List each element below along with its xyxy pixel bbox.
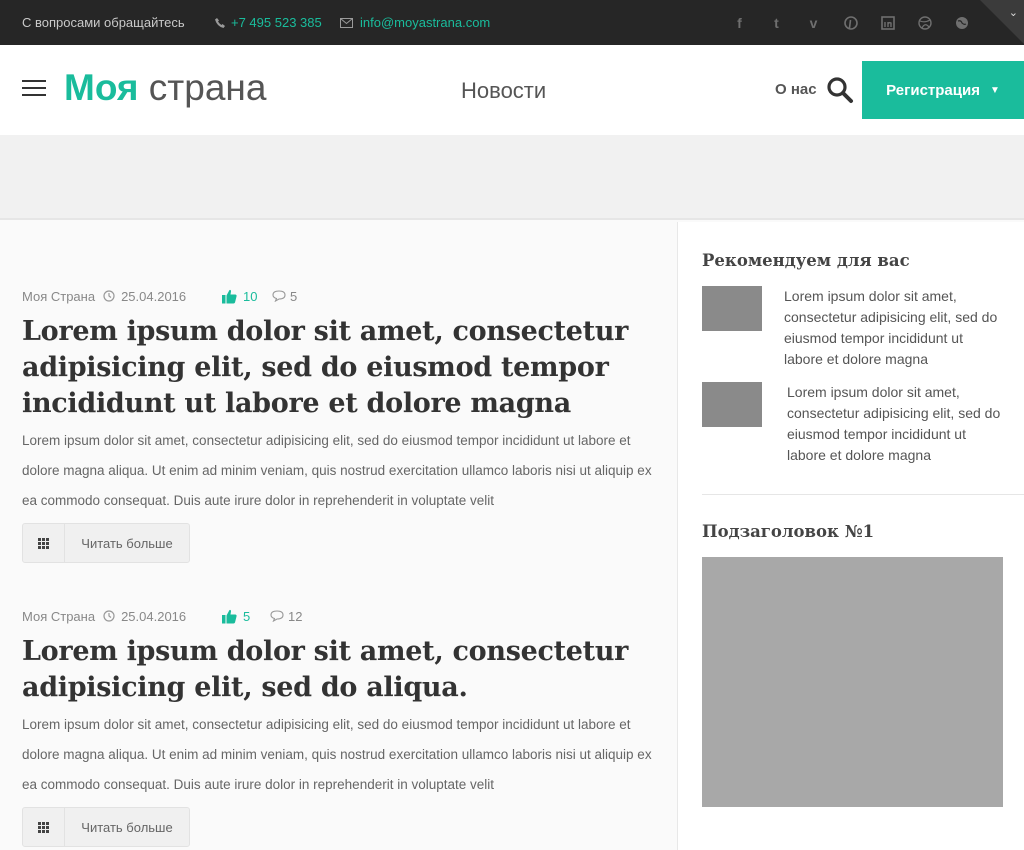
linkedin-icon[interactable] — [878, 13, 897, 32]
hamburger-menu-icon[interactable] — [22, 80, 46, 96]
recommend-thumbnail[interactable] — [702, 286, 762, 331]
likes-count: 10 — [243, 288, 258, 304]
vimeo-icon[interactable]: v — [804, 13, 823, 32]
social-links: f t v — [730, 13, 971, 32]
site-logo[interactable]: Моя страна — [64, 67, 266, 109]
envelope-icon — [340, 17, 353, 28]
post-meta: Моя Страна 25.04.2016 10 5 — [22, 288, 652, 304]
nav-news[interactable]: Новости — [461, 78, 546, 104]
register-button[interactable]: Регистрация ▼ — [862, 61, 1024, 119]
recommend-text[interactable]: Lorem ipsum dolor sit amet, consectetur … — [784, 286, 1002, 370]
top-bar: С вопросами обращайтесь +7 495 523 385 i… — [0, 0, 1024, 45]
post-date: 25.04.2016 — [103, 609, 186, 624]
sidebar-image-placeholder[interactable] — [702, 557, 1003, 807]
recommend-text[interactable]: Lorem ipsum dolor sit amet, consectetur … — [787, 382, 1005, 466]
grid-icon — [23, 808, 65, 846]
comment-icon — [270, 610, 284, 622]
comments-count: 5 — [290, 288, 298, 304]
post-likes[interactable]: 5 — [222, 609, 250, 624]
clock-icon — [103, 290, 115, 302]
post-likes[interactable]: 10 — [222, 289, 257, 304]
email-link[interactable]: info@moyastrana.com — [340, 15, 490, 30]
pinterest-icon[interactable] — [841, 13, 860, 32]
post-author[interactable]: Моя Страна — [22, 609, 95, 624]
likes-count: 5 — [243, 608, 251, 624]
post-date: 25.04.2016 — [103, 289, 186, 304]
post-card: Моя Страна 25.04.2016 5 12 Lorem ipsum d… — [22, 608, 652, 847]
post-meta: Моя Страна 25.04.2016 5 12 — [22, 608, 652, 624]
nav-about[interactable]: О нас — [775, 81, 817, 98]
logo-light: страна — [138, 67, 267, 108]
read-more-label: Читать больше — [81, 819, 173, 835]
comment-icon — [272, 290, 286, 302]
phone-link[interactable]: +7 495 523 385 — [215, 15, 322, 30]
comments-count: 12 — [288, 608, 303, 624]
dribbble-icon[interactable] — [915, 13, 934, 32]
chevron-down-icon: ⌄ — [1008, 7, 1018, 19]
search-icon[interactable] — [826, 76, 854, 104]
post-excerpt: Lorem ipsum dolor sit amet, consectetur … — [22, 717, 652, 792]
globe-icon[interactable] — [952, 13, 971, 32]
grid-icon — [23, 524, 65, 562]
clock-icon — [103, 610, 115, 622]
phone-number: +7 495 523 385 — [231, 15, 322, 30]
post-author[interactable]: Моя Страна — [22, 289, 95, 304]
sidebar: Рекомендуем для вас Lorem ipsum dolor si… — [677, 222, 1024, 850]
sidebar-divider — [702, 494, 1024, 495]
read-more-button[interactable]: Читать больше — [22, 523, 190, 563]
recommend-item[interactable]: Lorem ipsum dolor sit amet, consectetur … — [702, 286, 1002, 370]
recommend-item[interactable]: Lorem ipsum dolor sit amet, consectetur … — [702, 382, 1005, 466]
email-address: info@moyastrana.com — [360, 15, 491, 30]
banner-area — [0, 135, 1024, 220]
post-date-text: 25.04.2016 — [121, 288, 187, 304]
recommend-thumbnail[interactable] — [702, 382, 762, 427]
post-card: Моя Страна 25.04.2016 10 5 Lorem ipsum d… — [22, 288, 652, 563]
read-more-label: Читать больше — [81, 535, 173, 551]
post-excerpt: Lorem ipsum dolor sit amet, consectetur … — [22, 433, 652, 508]
post-comments[interactable]: 5 — [272, 289, 297, 304]
sidebar-subheading: Подзаголовок №1 — [702, 522, 875, 541]
posts-column: Моя Страна 25.04.2016 10 5 Lorem ipsum d… — [0, 222, 677, 850]
twitter-icon[interactable]: t — [767, 13, 786, 32]
thumbs-up-icon — [222, 609, 237, 623]
post-title[interactable]: Lorem ipsum dolor sit amet, consectetur … — [22, 314, 652, 422]
read-more-button[interactable]: Читать больше — [22, 807, 190, 847]
thumbs-up-icon — [222, 289, 237, 303]
post-comments[interactable]: 12 — [270, 609, 302, 624]
post-title[interactable]: Lorem ipsum dolor sit amet, consectetur … — [22, 634, 652, 706]
contact-prompt: С вопросами обращайтесь — [22, 15, 185, 30]
register-label: Регистрация — [886, 81, 980, 99]
caret-down-icon: ▼ — [989, 84, 1000, 96]
site-header: Моя страна Новости О нас Регистрация ▼ — [0, 45, 1024, 135]
logo-bold: Моя — [64, 67, 139, 108]
recommend-title: Рекомендуем для вас — [702, 251, 910, 270]
post-date-text: 25.04.2016 — [121, 608, 187, 624]
facebook-icon[interactable]: f — [730, 13, 749, 32]
phone-icon — [215, 17, 225, 28]
